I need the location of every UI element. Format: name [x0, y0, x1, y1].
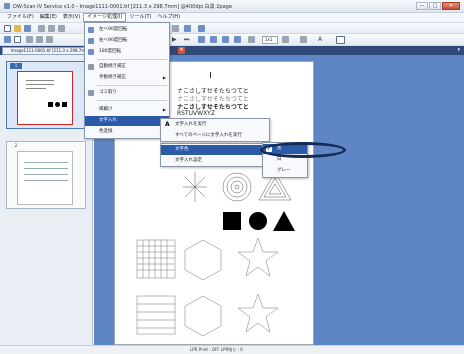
- zoom-out-icon[interactable]: [36, 36, 43, 43]
- menu-text-color[interactable]: 文字色▶: [161, 145, 269, 155]
- last-page-icon[interactable]: ⏭: [184, 36, 189, 44]
- view-toolbar: ▶ ⏭ 1x1 A: [0, 34, 464, 46]
- menu-separator: [97, 59, 167, 60]
- title-bar: DW-Scan IV Service v1.0 - Image1111-0001…: [0, 0, 464, 13]
- grid-icon[interactable]: [248, 36, 255, 43]
- menu-text-insert[interactable]: 文字入れ▶: [85, 116, 169, 126]
- status-text: LPR Print : OFF LPR残り : 0: [190, 347, 243, 352]
- thumbnail-number: 2: [14, 143, 18, 148]
- window-title: DW-Scan IV Service v1.0 - Image1111-0001…: [13, 4, 232, 10]
- thumbnail-preview: [17, 71, 73, 125]
- menu-image-processing[interactable]: イメージ処理(I): [83, 13, 127, 22]
- menu-separator: [97, 85, 167, 86]
- rotate-right-icon[interactable]: [210, 36, 217, 43]
- thumbnail-page-1[interactable]: 1: [6, 61, 86, 129]
- menu-rotate-right-90[interactable]: 右へ90度回転: [85, 36, 169, 46]
- print-icon[interactable]: [38, 25, 45, 32]
- frame-icon[interactable]: [336, 36, 345, 44]
- rotate-right-icon: [88, 38, 94, 44]
- menu-separator: [97, 100, 167, 101]
- open-icon[interactable]: [14, 25, 21, 32]
- copy-icon[interactable]: [48, 25, 55, 32]
- submenu-arrow-icon: ▶: [162, 75, 166, 80]
- menu-edit[interactable]: 編集(E): [37, 13, 60, 22]
- menu-stamp[interactable]: 掲載け ▶: [85, 105, 169, 115]
- new-icon[interactable]: [4, 25, 11, 32]
- outline-shapes-graphic: [136, 237, 279, 337]
- menu-help[interactable]: ヘルプ(H): [154, 13, 183, 22]
- status-bar: LPR Print : OFF LPR残り : 0: [0, 345, 464, 354]
- deskew-icon: [88, 64, 94, 70]
- text-tool-icon[interactable]: A: [318, 36, 322, 43]
- rotate-left-icon: [88, 27, 94, 33]
- black-circle: [249, 212, 267, 230]
- select-tool-icon[interactable]: [14, 36, 21, 43]
- play-icon[interactable]: ▶: [172, 36, 177, 43]
- annotation-highlight-ring: [260, 142, 346, 158]
- despeckle-icon: [88, 90, 94, 96]
- paste-icon[interactable]: [58, 25, 65, 32]
- menu-tools[interactable]: ツール(T): [126, 13, 154, 22]
- thumbnail-number: 1: [10, 63, 22, 69]
- tab-scroll-icon[interactable]: ▾: [457, 47, 460, 53]
- maximize-button[interactable]: □: [429, 2, 441, 10]
- help-icon[interactable]: [198, 25, 205, 32]
- zoom-select[interactable]: 1x1: [262, 36, 278, 44]
- text-settings-submenu: 文字色▶ 文字入れ設定: [160, 143, 270, 167]
- rotate-left-icon[interactable]: [198, 36, 205, 43]
- eraser-icon[interactable]: [300, 36, 307, 43]
- menu-view[interactable]: 表示(V): [60, 13, 83, 22]
- menu-auto-deskew[interactable]: 自動傾き補正: [85, 62, 169, 72]
- window-controls: — □ ✕: [416, 2, 460, 10]
- minimize-button[interactable]: —: [416, 2, 428, 10]
- flip-icon[interactable]: [222, 36, 229, 43]
- document-tabbar: Image1111-0001.tif [211.3 x 298.7mm] ✕ ▾: [0, 46, 464, 55]
- menu-rotate-left-90[interactable]: 左へ90度回転: [85, 25, 169, 35]
- menu-run-text-insert[interactable]: A 文字入れを実行: [161, 120, 269, 130]
- zoom-in-icon[interactable]: [26, 36, 33, 43]
- menu-manual-deskew[interactable]: 手動傾き補正 ▶: [85, 73, 169, 83]
- menu-file[interactable]: ファイル(F): [4, 13, 37, 22]
- cursor-mark: [210, 72, 211, 78]
- menu-color-convert[interactable]: 色変換▶: [85, 127, 169, 137]
- tab-close-button[interactable]: ✕: [178, 47, 185, 54]
- thumbnail-page-2[interactable]: 2: [6, 141, 86, 209]
- black-triangle: [273, 211, 295, 231]
- scan-icon[interactable]: [172, 25, 179, 32]
- close-button[interactable]: ✕: [442, 2, 460, 10]
- menu-despeckle[interactable]: ゴミ取り: [85, 88, 169, 98]
- menu-color-gray[interactable]: グレー: [263, 166, 307, 176]
- text-a-icon: A: [165, 121, 170, 128]
- main-toolbar: [0, 23, 464, 34]
- menu-bar: ファイル(F) 編集(E) 表示(V) イメージ処理(I) ツール(T) ヘルプ…: [0, 13, 464, 23]
- settings-icon[interactable]: [184, 25, 191, 32]
- hand-tool-icon[interactable]: [4, 36, 11, 43]
- app-icon: [4, 3, 10, 9]
- dropdown-icon[interactable]: [282, 36, 289, 43]
- thumbnail-panel: 1 2: [0, 55, 93, 345]
- text-line: RSTUVWXYZ: [177, 110, 215, 117]
- rotate-180-icon: [88, 49, 94, 55]
- fit-icon[interactable]: [46, 36, 53, 43]
- black-square: [223, 212, 241, 230]
- thumbnail-preview: [17, 151, 73, 205]
- menu-text-insert-settings[interactable]: 文字入れ設定: [161, 156, 269, 166]
- submenu-arrow-icon: ▶: [162, 107, 166, 112]
- crop-icon[interactable]: [234, 36, 241, 43]
- text-insert-submenu: A 文字入れを実行 すべてのページに文字入れを実行: [160, 118, 270, 142]
- menu-run-text-insert-all-pages[interactable]: すべてのページに文字入れを実行: [161, 131, 269, 141]
- save-icon[interactable]: [24, 25, 31, 32]
- menu-rotate-180[interactable]: 180度回転: [85, 47, 169, 57]
- image-processing-menu: 左へ90度回転 右へ90度回転 180度回転 自動傾き補正 手動傾き補正 ▶ ゴミ…: [84, 22, 170, 139]
